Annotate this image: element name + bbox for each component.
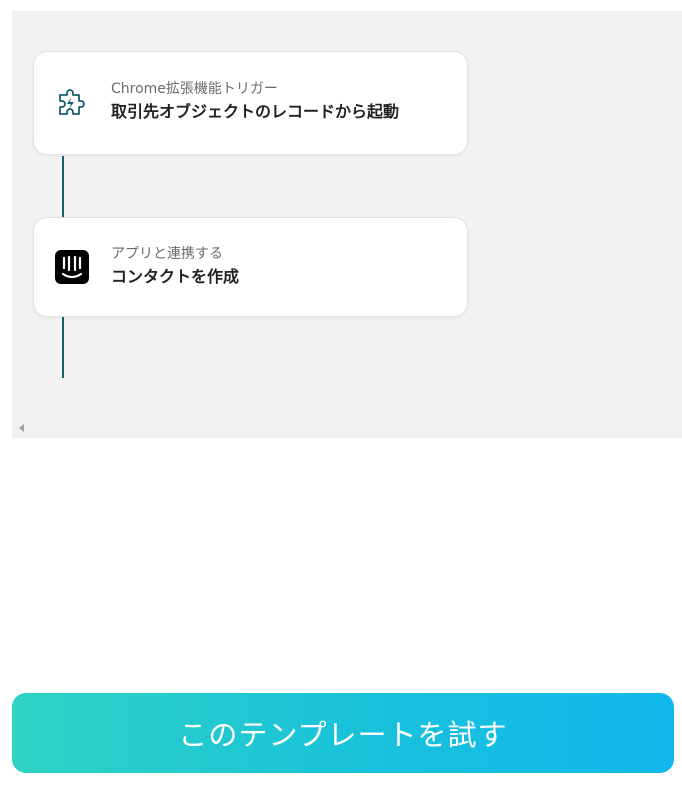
scroll-left-arrow-icon[interactable] (19, 424, 24, 432)
flow-step-card-action[interactable]: アプリと連携する コンタクトを作成 (33, 217, 468, 317)
step-subtitle: Chrome拡張機能トリガー (111, 81, 278, 97)
horizontal-scrollbar[interactable] (12, 418, 682, 438)
try-template-button[interactable]: このテンプレートを試す (12, 693, 674, 773)
step-title: コンタクトを作成 (111, 267, 240, 286)
step-subtitle: アプリと連携する (111, 246, 223, 262)
step-title: 取引先オブジェクトのレコードから起動 (111, 102, 400, 121)
intercom-logo-icon (54, 249, 90, 285)
flow-step-card-trigger[interactable]: Chrome拡張機能トリガー 取引先オブジェクトのレコードから起動 (33, 51, 468, 155)
step-connector-line (62, 156, 64, 218)
flow-canvas: Chrome拡張機能トリガー 取引先オブジェクトのレコードから起動 アプリと連携… (12, 11, 682, 438)
puzzle-piece-icon (54, 86, 90, 122)
step-connector-line (62, 317, 64, 378)
